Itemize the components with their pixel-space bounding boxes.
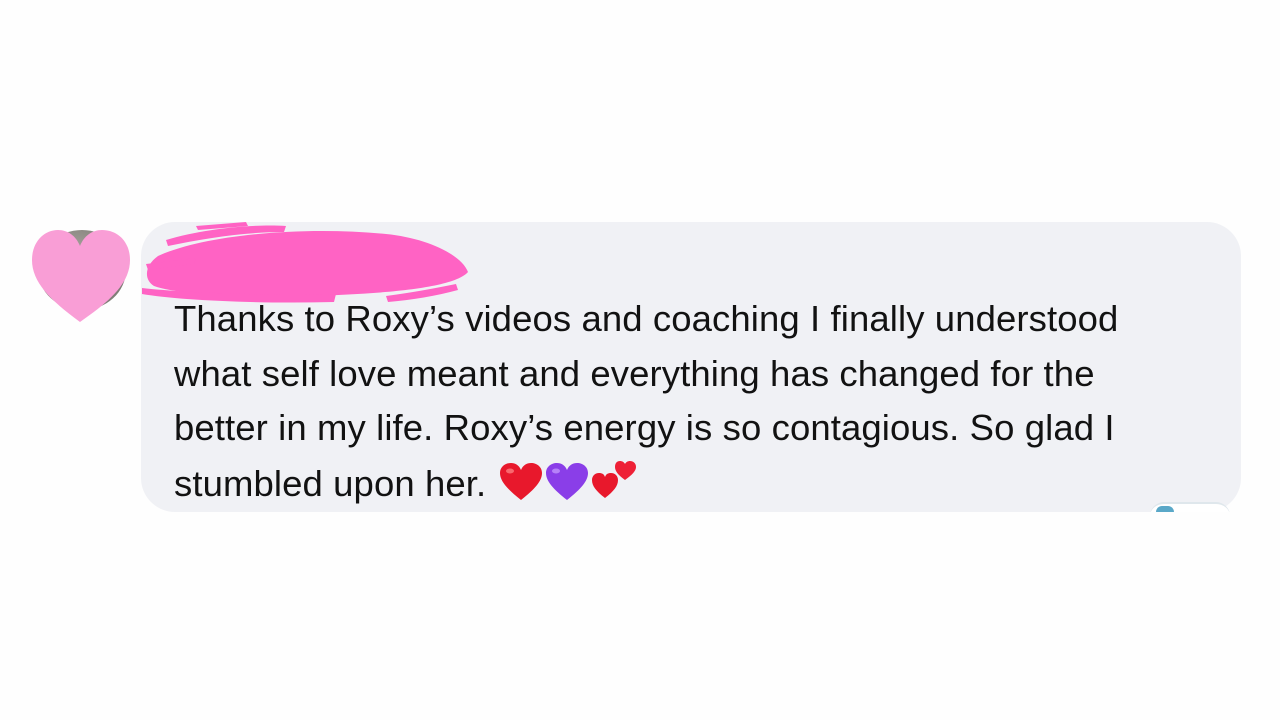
comment-body: Thanks to Roxy’s videos and coaching I f… [174, 298, 1119, 504]
comment-screenshot: Thanks to Roxy’s videos and coaching I f… [0, 0, 1280, 720]
purple-heart-emoji-icon [545, 462, 588, 500]
comment-text: Thanks to Roxy’s videos and coaching I f… [174, 292, 1174, 511]
avatar[interactable] [30, 226, 134, 326]
avatar-heart-cover-icon [32, 230, 130, 322]
red-heart-emoji-icon [499, 462, 542, 500]
background-below [0, 512, 1280, 720]
two-hearts-emoji-icon [591, 460, 636, 498]
